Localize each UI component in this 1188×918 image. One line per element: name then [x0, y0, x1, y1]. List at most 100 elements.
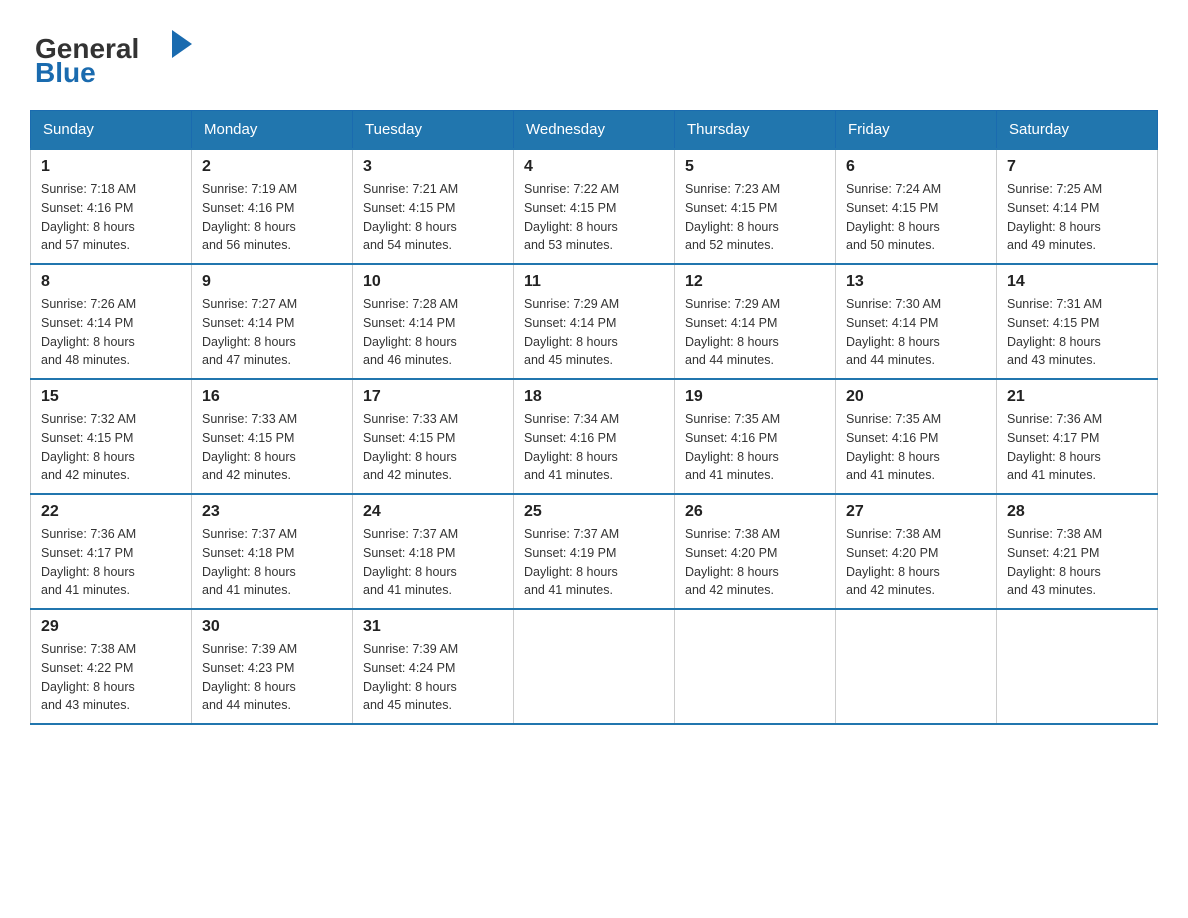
day-number: 5: [685, 158, 825, 176]
day-number: 16: [202, 388, 342, 406]
calendar-cell: 25 Sunrise: 7:37 AMSunset: 4:19 PMDayligh…: [514, 494, 675, 609]
weekday-header-tuesday: Tuesday: [353, 111, 514, 150]
day-number: 29: [41, 618, 181, 636]
day-number: 14: [1007, 273, 1147, 291]
weekday-header-sunday: Sunday: [31, 111, 192, 150]
weekday-header-thursday: Thursday: [675, 111, 836, 150]
day-info: Sunrise: 7:38 AMSunset: 4:21 PMDaylight:…: [1007, 525, 1147, 600]
day-info: Sunrise: 7:35 AMSunset: 4:16 PMDaylight:…: [685, 410, 825, 485]
day-number: 8: [41, 273, 181, 291]
calendar-cell: 12 Sunrise: 7:29 AMSunset: 4:14 PMDayligh…: [675, 264, 836, 379]
day-number: 1: [41, 158, 181, 176]
calendar-cell: 1 Sunrise: 7:18 AMSunset: 4:16 PMDaylight…: [31, 149, 192, 264]
day-number: 30: [202, 618, 342, 636]
calendar-cell: 18 Sunrise: 7:34 AMSunset: 4:16 PMDayligh…: [514, 379, 675, 494]
calendar-cell: 8 Sunrise: 7:26 AMSunset: 4:14 PMDaylight…: [31, 264, 192, 379]
day-number: 31: [363, 618, 503, 636]
calendar-cell: [997, 609, 1158, 724]
calendar-cell: 6Sunrise: 7:24 AMSunset: 4:15 PMDaylight…: [836, 149, 997, 264]
day-number: 28: [1007, 503, 1147, 521]
day-info: Sunrise: 7:29 AMSunset: 4:14 PMDaylight:…: [524, 295, 664, 370]
day-info: Sunrise: 7:35 AMSunset: 4:16 PMDaylight:…: [846, 410, 986, 485]
calendar-cell: 19Sunrise: 7:35 AMSunset: 4:16 PMDayligh…: [675, 379, 836, 494]
day-info: Sunrise: 7:37 AMSunset: 4:18 PMDaylight:…: [363, 525, 503, 600]
calendar-week-3: 15 Sunrise: 7:32 AMSunset: 4:15 PMDayligh…: [31, 379, 1158, 494]
day-info: Sunrise: 7:37 AMSunset: 4:19 PMDaylight:…: [524, 525, 664, 600]
day-info: Sunrise: 7:33 AMSunset: 4:15 PMDaylight:…: [202, 410, 342, 485]
day-number: 15: [41, 388, 181, 406]
calendar-cell: 17Sunrise: 7:33 AMSunset: 4:15 PMDayligh…: [353, 379, 514, 494]
page-header: General Blue: [30, 20, 1158, 90]
day-number: 23: [202, 503, 342, 521]
day-number: 27: [846, 503, 986, 521]
calendar-week-1: 1 Sunrise: 7:18 AMSunset: 4:16 PMDaylight…: [31, 149, 1158, 264]
day-info: Sunrise: 7:21 AMSunset: 4:15 PMDaylight:…: [363, 180, 503, 255]
calendar-cell: 20 Sunrise: 7:35 AMSunset: 4:16 PMDayligh…: [836, 379, 997, 494]
day-info: Sunrise: 7:39 AMSunset: 4:24 PMDaylight:…: [363, 640, 503, 715]
logo: General Blue: [30, 20, 205, 90]
day-number: 11: [524, 273, 664, 291]
day-number: 7: [1007, 158, 1147, 176]
day-info: Sunrise: 7:31 AMSunset: 4:15 PMDaylight:…: [1007, 295, 1147, 370]
weekday-header-monday: Monday: [192, 111, 353, 150]
calendar-cell: 7 Sunrise: 7:25 AMSunset: 4:14 PMDaylight…: [997, 149, 1158, 264]
calendar-cell: 24 Sunrise: 7:37 AMSunset: 4:18 PMDayligh…: [353, 494, 514, 609]
calendar-week-4: 22 Sunrise: 7:36 AMSunset: 4:17 PMDayligh…: [31, 494, 1158, 609]
day-info: Sunrise: 7:34 AMSunset: 4:16 PMDaylight:…: [524, 410, 664, 485]
calendar-cell: 30 Sunrise: 7:39 AMSunset: 4:23 PMDayligh…: [192, 609, 353, 724]
day-info: Sunrise: 7:30 AMSunset: 4:14 PMDaylight:…: [846, 295, 986, 370]
day-number: 2: [202, 158, 342, 176]
calendar-cell: 15 Sunrise: 7:32 AMSunset: 4:15 PMDayligh…: [31, 379, 192, 494]
day-number: 21: [1007, 388, 1147, 406]
calendar-cell: 10Sunrise: 7:28 AMSunset: 4:14 PMDayligh…: [353, 264, 514, 379]
calendar-cell: [836, 609, 997, 724]
day-info: Sunrise: 7:38 AMSunset: 4:20 PMDaylight:…: [846, 525, 986, 600]
calendar-cell: 23Sunrise: 7:37 AMSunset: 4:18 PMDayligh…: [192, 494, 353, 609]
day-info: Sunrise: 7:29 AMSunset: 4:14 PMDaylight:…: [685, 295, 825, 370]
day-info: Sunrise: 7:39 AMSunset: 4:23 PMDaylight:…: [202, 640, 342, 715]
calendar-cell: 13Sunrise: 7:30 AMSunset: 4:14 PMDayligh…: [836, 264, 997, 379]
day-info: Sunrise: 7:28 AMSunset: 4:14 PMDaylight:…: [363, 295, 503, 370]
weekday-header-friday: Friday: [836, 111, 997, 150]
calendar-cell: 16 Sunrise: 7:33 AMSunset: 4:15 PMDayligh…: [192, 379, 353, 494]
calendar-cell: 11 Sunrise: 7:29 AMSunset: 4:14 PMDayligh…: [514, 264, 675, 379]
calendar-cell: [514, 609, 675, 724]
calendar-cell: 27 Sunrise: 7:38 AMSunset: 4:20 PMDayligh…: [836, 494, 997, 609]
weekday-header-saturday: Saturday: [997, 111, 1158, 150]
day-info: Sunrise: 7:33 AMSunset: 4:15 PMDaylight:…: [363, 410, 503, 485]
weekday-header-wednesday: Wednesday: [514, 111, 675, 150]
calendar-cell: 28 Sunrise: 7:38 AMSunset: 4:21 PMDayligh…: [997, 494, 1158, 609]
day-info: Sunrise: 7:22 AMSunset: 4:15 PMDaylight:…: [524, 180, 664, 255]
day-info: Sunrise: 7:36 AMSunset: 4:17 PMDaylight:…: [41, 525, 181, 600]
day-number: 24: [363, 503, 503, 521]
calendar-cell: 14 Sunrise: 7:31 AMSunset: 4:15 PMDayligh…: [997, 264, 1158, 379]
calendar-week-5: 29Sunrise: 7:38 AMSunset: 4:22 PMDayligh…: [31, 609, 1158, 724]
day-number: 25: [524, 503, 664, 521]
calendar-cell: 9 Sunrise: 7:27 AMSunset: 4:14 PMDaylight…: [192, 264, 353, 379]
calendar-cell: 21Sunrise: 7:36 AMSunset: 4:17 PMDayligh…: [997, 379, 1158, 494]
day-info: Sunrise: 7:27 AMSunset: 4:14 PMDaylight:…: [202, 295, 342, 370]
calendar-cell: 3 Sunrise: 7:21 AMSunset: 4:15 PMDaylight…: [353, 149, 514, 264]
calendar-cell: 2Sunrise: 7:19 AMSunset: 4:16 PMDaylight…: [192, 149, 353, 264]
day-number: 6: [846, 158, 986, 176]
day-info: Sunrise: 7:25 AMSunset: 4:14 PMDaylight:…: [1007, 180, 1147, 255]
calendar-cell: 29Sunrise: 7:38 AMSunset: 4:22 PMDayligh…: [31, 609, 192, 724]
day-number: 18: [524, 388, 664, 406]
weekday-header-row: SundayMondayTuesdayWednesdayThursdayFrid…: [31, 111, 1158, 150]
calendar-cell: 5 Sunrise: 7:23 AMSunset: 4:15 PMDaylight…: [675, 149, 836, 264]
calendar-cell: [675, 609, 836, 724]
day-number: 3: [363, 158, 503, 176]
day-number: 22: [41, 503, 181, 521]
day-number: 20: [846, 388, 986, 406]
calendar-week-2: 8 Sunrise: 7:26 AMSunset: 4:14 PMDaylight…: [31, 264, 1158, 379]
day-number: 12: [685, 273, 825, 291]
day-info: Sunrise: 7:26 AMSunset: 4:14 PMDaylight:…: [41, 295, 181, 370]
day-number: 9: [202, 273, 342, 291]
day-info: Sunrise: 7:23 AMSunset: 4:15 PMDaylight:…: [685, 180, 825, 255]
svg-text:Blue: Blue: [35, 57, 96, 88]
calendar-cell: 4 Sunrise: 7:22 AMSunset: 4:15 PMDaylight…: [514, 149, 675, 264]
day-info: Sunrise: 7:32 AMSunset: 4:15 PMDaylight:…: [41, 410, 181, 485]
calendar-cell: 26Sunrise: 7:38 AMSunset: 4:20 PMDayligh…: [675, 494, 836, 609]
day-number: 4: [524, 158, 664, 176]
day-info: Sunrise: 7:18 AMSunset: 4:16 PMDaylight:…: [41, 180, 181, 255]
